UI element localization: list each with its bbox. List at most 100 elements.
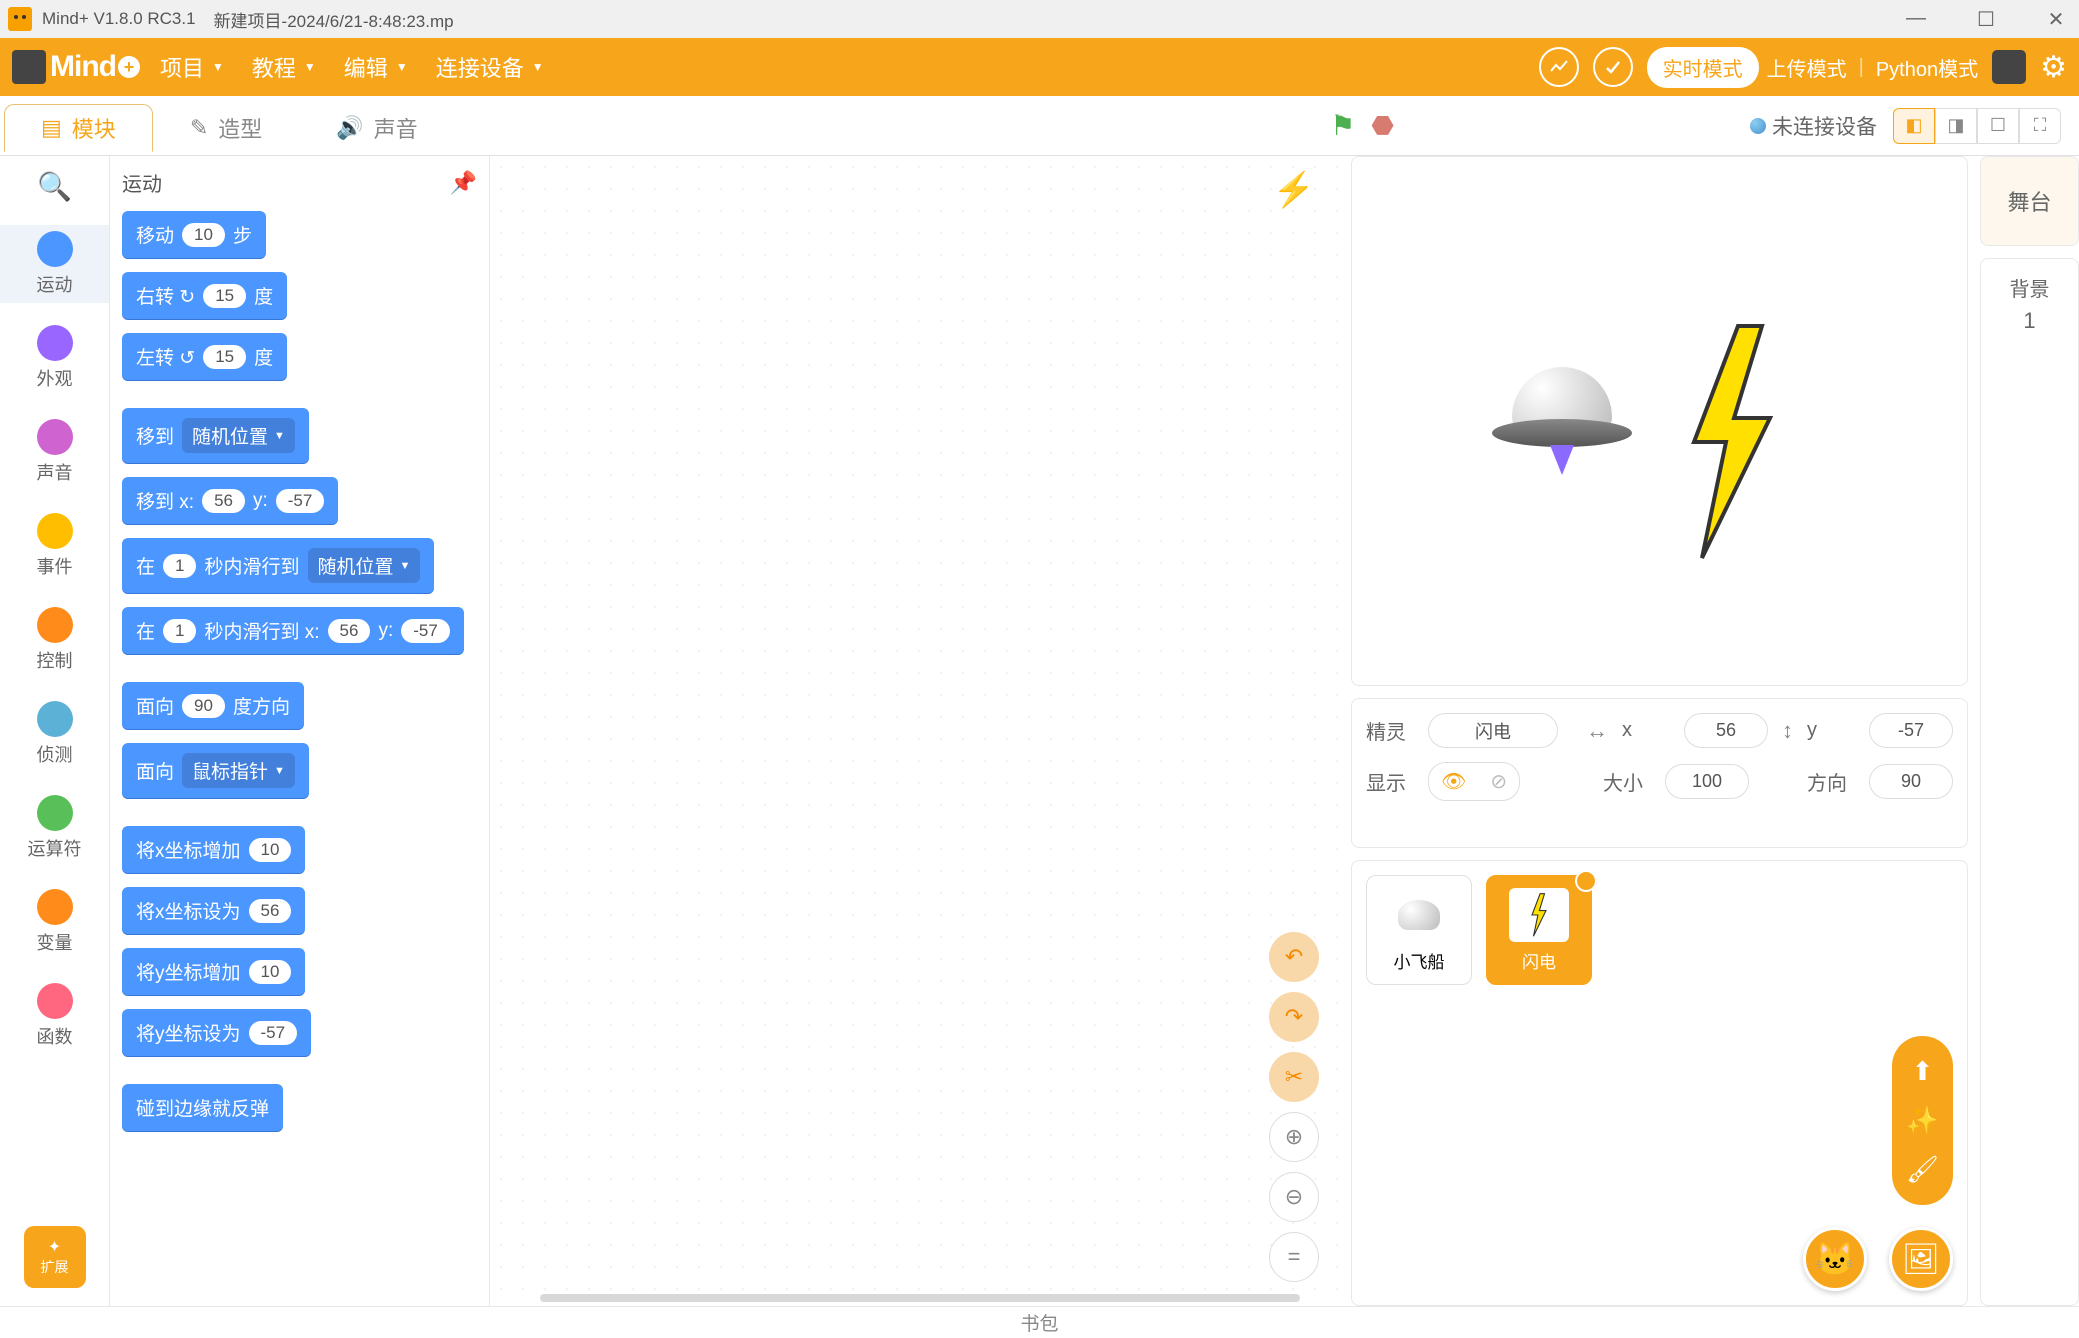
stop-icon[interactable]: ⬣: [1371, 110, 1394, 141]
mode-python[interactable]: Python模式: [1876, 53, 1978, 82]
close-button[interactable]: ✕: [2041, 7, 2071, 32]
logo-text: Mind: [50, 50, 116, 84]
view-large-stage[interactable]: ◨: [1935, 108, 1977, 144]
menu-connect[interactable]: 连接设备▼: [436, 51, 544, 83]
cat-operators[interactable]: 运算符: [0, 789, 109, 867]
block-point-towards[interactable]: 面向鼠标指针▼: [122, 743, 309, 798]
sprite-list: 小飞船 闪电 ⬆ ✨ 🖌 🐱 🖼: [1351, 860, 1968, 1306]
block-turn-left[interactable]: 左转 ↺15度: [122, 333, 287, 380]
sprite-ship-on-stage[interactable]: [1492, 367, 1632, 467]
mode-upload[interactable]: 上传模式: [1767, 53, 1847, 82]
block-move-steps[interactable]: 移动10步: [122, 211, 266, 258]
block-glide-xy[interactable]: 在1秒内滑行到 x:56y:-57: [122, 607, 464, 654]
y-input[interactable]: [1869, 713, 1953, 748]
y-label: y: [1807, 719, 1855, 742]
arrows-h-icon: ↔: [1586, 718, 1608, 744]
chart-icon[interactable]: [1539, 47, 1579, 87]
block-goto-xy[interactable]: 移到 x:56y:-57: [122, 477, 338, 524]
cat-control[interactable]: 控制: [0, 601, 109, 679]
blocks-icon: ▤: [41, 115, 62, 141]
brush-icon: ✎: [190, 115, 208, 141]
sprite-watermark-icon: ⚡: [1273, 170, 1315, 210]
pin-icon[interactable]: 📌: [450, 170, 477, 196]
paint-sprite-icon[interactable]: 🖌: [1900, 1146, 1945, 1193]
zoom-in-button[interactable]: ⊕: [1269, 1112, 1319, 1162]
eye-off-icon: ⊘: [1478, 763, 1519, 800]
block-change-x[interactable]: 将x坐标增加10: [122, 826, 305, 873]
cat-events[interactable]: 事件: [0, 507, 109, 585]
caret-down-icon: ▼: [304, 60, 316, 74]
search-icon[interactable]: 🔍: [37, 170, 72, 203]
tab-blocks[interactable]: ▤模块: [4, 104, 153, 152]
category-column: 🔍 运动 外观 声音 事件 控制 侦测 运算符 变量 函数 ✦ 扩展: [0, 156, 110, 1306]
extensions-button[interactable]: ✦ 扩展: [24, 1226, 86, 1288]
zoom-reset-button[interactable]: =: [1269, 1232, 1319, 1282]
green-flag-icon[interactable]: ⚑: [1330, 109, 1355, 142]
logo[interactable]: Mind +: [12, 50, 140, 84]
add-backdrop-button[interactable]: 🖼: [1889, 1227, 1953, 1291]
redo-button[interactable]: ↷: [1269, 992, 1319, 1042]
block-set-x[interactable]: 将x坐标设为56: [122, 887, 305, 934]
x-input[interactable]: [1684, 713, 1768, 748]
cat-looks[interactable]: 外观: [0, 319, 109, 397]
view-small-stage[interactable]: ◧: [1893, 108, 1935, 144]
horizontal-scrollbar[interactable]: [540, 1294, 1300, 1302]
control-dot-icon: [37, 607, 73, 643]
zoom-out-button[interactable]: ⊖: [1269, 1172, 1319, 1222]
block-bounce-edge[interactable]: 碰到边缘就反弹: [122, 1084, 283, 1131]
menu-edit[interactable]: 编辑▼: [344, 51, 408, 83]
extension-icon: ✦: [48, 1237, 61, 1257]
sprite-bolt-on-stage[interactable]: [1682, 317, 1782, 572]
menu-tutorial[interactable]: 教程▼: [252, 51, 316, 83]
maximize-button[interactable]: ☐: [1971, 7, 2001, 32]
motion-dot-icon: [37, 231, 73, 267]
cat-sound[interactable]: 声音: [0, 413, 109, 491]
block-goto-random[interactable]: 移到随机位置▼: [122, 408, 309, 463]
blocks-category-title: 运动: [122, 168, 162, 197]
sprite-name-input[interactable]: [1428, 713, 1558, 748]
add-sprite-button[interactable]: 🐱: [1803, 1227, 1867, 1291]
tab-costumes[interactable]: ✎造型: [153, 104, 299, 152]
cat-motion[interactable]: 运动: [0, 225, 109, 303]
visibility-toggle[interactable]: 👁 ⊘: [1428, 762, 1520, 801]
backdrops-count: 1: [2023, 308, 2035, 334]
view-fullscreen[interactable]: ⛶: [2019, 108, 2061, 144]
connection-status[interactable]: 未连接设备: [1750, 111, 1877, 141]
caret-down-icon: ▼: [396, 60, 408, 74]
size-input[interactable]: [1665, 764, 1749, 799]
check-icon[interactable]: [1593, 47, 1633, 87]
backdrops-panel[interactable]: 背景 1: [1980, 258, 2079, 1306]
block-turn-right[interactable]: 右转 ↻15度: [122, 272, 287, 319]
block-glide-to[interactable]: 在1秒内滑行到随机位置▼: [122, 538, 434, 593]
sprite-card-bolt[interactable]: 闪电: [1486, 875, 1592, 985]
cat-sensing[interactable]: 侦测: [0, 695, 109, 773]
script-canvas[interactable]: ⚡ ↶ ↷ ✂ ⊕ ⊖ =: [490, 156, 1339, 1306]
surprise-sprite-icon[interactable]: ✨: [1900, 1097, 1945, 1144]
cleanup-button[interactable]: ✂: [1269, 1052, 1319, 1102]
menu-project[interactable]: 项目▼: [160, 51, 224, 83]
minimize-button[interactable]: —: [1901, 7, 1931, 32]
upload-sprite-icon[interactable]: ⬆: [1900, 1048, 1945, 1095]
block-point-direction[interactable]: 面向90度方向: [122, 682, 304, 729]
sprite-actions: ⬆ ✨ 🖌: [1892, 1036, 1953, 1205]
direction-input[interactable]: [1869, 764, 1953, 799]
view-hide-stage[interactable]: ☐: [1977, 108, 2019, 144]
sprite-card-ship[interactable]: 小飞船: [1366, 875, 1472, 985]
events-dot-icon: [37, 513, 73, 549]
backpack-bar[interactable]: 书包: [0, 1306, 2079, 1338]
tab-sounds[interactable]: 🔊声音: [299, 104, 454, 152]
stage-header[interactable]: 舞台: [1980, 156, 2079, 246]
mode-realtime[interactable]: 实时模式: [1647, 47, 1759, 88]
size-label: 大小: [1603, 767, 1651, 796]
robot-icon[interactable]: [1992, 50, 2026, 84]
block-change-y[interactable]: 将y坐标增加10: [122, 948, 305, 995]
direction-label: 方向: [1807, 767, 1855, 796]
cat-functions[interactable]: 函数: [0, 977, 109, 1055]
block-set-y[interactable]: 将y坐标设为-57: [122, 1009, 311, 1056]
gear-icon[interactable]: ⚙: [2040, 50, 2067, 85]
stage[interactable]: [1351, 156, 1968, 686]
variables-dot-icon: [37, 889, 73, 925]
delete-sprite-icon[interactable]: [1575, 870, 1597, 892]
undo-button[interactable]: ↶: [1269, 932, 1319, 982]
cat-variables[interactable]: 变量: [0, 883, 109, 961]
